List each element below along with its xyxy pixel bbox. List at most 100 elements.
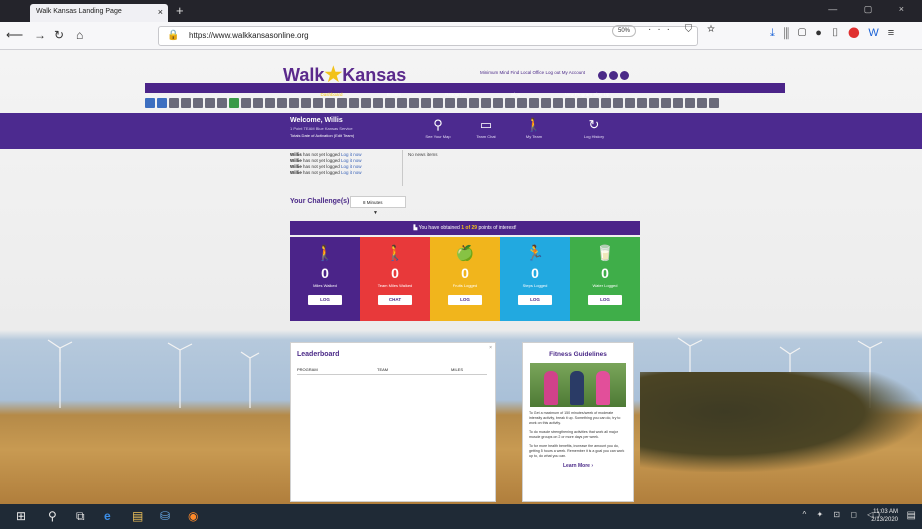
challenge-select[interactable]: 8 Minutes (350, 196, 406, 208)
twitter-icon[interactable] (609, 71, 618, 80)
tab-close-icon[interactable]: × (158, 7, 163, 17)
landmark-icon[interactable] (157, 98, 167, 108)
search-icon[interactable]: ⚲ (48, 509, 57, 523)
log-button[interactable]: LOG (308, 295, 342, 305)
log-button[interactable]: LOG (448, 295, 482, 305)
forward-icon[interactable]: → (34, 28, 46, 42)
landmark-icon[interactable] (193, 98, 203, 108)
landmark-icon[interactable] (577, 98, 587, 108)
column-program[interactable]: PROGRAM (297, 367, 377, 372)
log-it-link[interactable]: Log it now (341, 152, 362, 157)
my-team-button[interactable]: 🚶 My Team (516, 118, 552, 140)
see-map-button[interactable]: ⚲ See Your Map (420, 118, 456, 140)
window-controls[interactable]: — ▢ × (828, 4, 916, 15)
landmark-icon[interactable] (181, 98, 191, 108)
column-miles[interactable]: MILES (451, 367, 463, 372)
landmark-icon[interactable] (397, 98, 407, 108)
landmark-icon[interactable] (241, 98, 251, 108)
landmark-icon[interactable] (205, 98, 215, 108)
store-icon[interactable]: ⛁ (160, 509, 170, 523)
home-icon[interactable]: ⌂ (76, 28, 83, 42)
landmark-icon[interactable] (361, 98, 371, 108)
landmark-icon[interactable] (337, 98, 347, 108)
extension-icon[interactable]: W (868, 27, 887, 39)
pocket-icon[interactable]: ⬤ (848, 27, 868, 39)
learn-more-link[interactable]: Learn More › (523, 463, 633, 469)
edge-icon[interactable]: e (104, 509, 111, 523)
landmark-icon[interactable] (325, 98, 335, 108)
landmark-icon[interactable] (709, 98, 719, 108)
windows-start-icon[interactable]: ⊞ (16, 509, 26, 523)
zoom-indicator[interactable]: 50% (612, 25, 636, 37)
reload-icon[interactable]: ↻ (54, 28, 64, 42)
library-icon[interactable]: ⫼ (784, 27, 798, 39)
landmark-icon[interactable] (289, 98, 299, 108)
chat-button[interactable]: CHAT (378, 295, 412, 305)
landmark-icon[interactable] (301, 98, 311, 108)
back-icon[interactable]: ⟵ (6, 28, 23, 42)
sidebar-icon[interactable]: ▢ (798, 27, 815, 39)
landmark-icon[interactable] (313, 98, 323, 108)
landmark-icon[interactable] (457, 98, 467, 108)
landmark-icon[interactable] (589, 98, 599, 108)
task-view-icon[interactable]: ⧉ (76, 509, 85, 524)
landmark-icon[interactable] (685, 98, 695, 108)
landmark-icon[interactable] (373, 98, 383, 108)
landmark-icon[interactable] (385, 98, 395, 108)
chevron-down-icon[interactable]: ▼ (373, 210, 378, 216)
column-team[interactable]: TEAM (377, 367, 451, 372)
landmark-icon[interactable] (529, 98, 539, 108)
landmark-icon[interactable] (421, 98, 431, 108)
log-button[interactable]: LOG (588, 295, 622, 305)
clock[interactable]: 11:03 AM 2/13/2020 (871, 508, 898, 524)
landmark-icon[interactable] (625, 98, 635, 108)
download-icon[interactable]: ⤓ (770, 27, 784, 39)
landmark-icon[interactable] (409, 98, 419, 108)
browser-tab[interactable]: Walk Kansas Landing Page × (30, 4, 168, 22)
landmark-icon[interactable] (637, 98, 647, 108)
team-chat-button[interactable]: ▭ Team Chat (468, 118, 504, 140)
log-it-link[interactable]: Log it now (341, 164, 362, 169)
landmark-icon[interactable] (433, 98, 443, 108)
landmark-icon[interactable] (253, 98, 263, 108)
landmark-icon[interactable] (445, 98, 455, 108)
landmark-icon[interactable] (277, 98, 287, 108)
landmark-icon[interactable] (349, 98, 359, 108)
landmark-icon[interactable] (697, 98, 707, 108)
landmark-icon[interactable] (217, 98, 227, 108)
log-history-button[interactable]: ↻ Log History (576, 118, 612, 140)
landmark-icon[interactable] (145, 98, 155, 108)
landmark-icon[interactable] (673, 98, 683, 108)
reader-icon[interactable]: ▯ (831, 27, 848, 39)
landmark-icon[interactable] (661, 98, 671, 108)
landmark-icon[interactable] (481, 98, 491, 108)
landmark-icon[interactable] (613, 98, 623, 108)
landmark-icon[interactable] (541, 98, 551, 108)
file-explorer-icon[interactable]: ▤ (132, 509, 143, 523)
close-icon[interactable]: × (489, 345, 492, 351)
log-it-link[interactable]: Log it now (341, 170, 362, 175)
top-links[interactable]: Minimum Mind Find Local Office Log out M… (480, 70, 585, 75)
landmark-icon[interactable] (649, 98, 659, 108)
page-actions[interactable]: ··· ⛉ ☆ (648, 24, 721, 35)
landmark-icon[interactable] (565, 98, 575, 108)
log-it-link[interactable]: Log it now (341, 158, 362, 163)
landmark-icon[interactable] (601, 98, 611, 108)
log-button[interactable]: LOG (518, 295, 552, 305)
landmark-icon[interactable] (469, 98, 479, 108)
landmark-icon[interactable] (517, 98, 527, 108)
account-icon[interactable]: ● (815, 27, 831, 39)
notification-icon[interactable]: ▤ (907, 510, 916, 521)
menu-icon[interactable]: ≡ (888, 27, 903, 39)
firefox-icon[interactable]: ◉ (188, 509, 198, 523)
profile-sub2[interactable]: Totals Date of Activation (Edit Team) (290, 133, 354, 138)
landmark-icon[interactable] (169, 98, 179, 108)
landmark-icon[interactable] (553, 98, 563, 108)
landmark-icon[interactable] (493, 98, 503, 108)
facebook-icon[interactable] (598, 71, 607, 80)
landmark-icon[interactable] (229, 98, 239, 108)
landmark-icon[interactable] (505, 98, 515, 108)
pinterest-icon[interactable] (620, 71, 629, 80)
new-tab-button[interactable]: + (176, 3, 184, 18)
landmark-icon[interactable] (265, 98, 275, 108)
